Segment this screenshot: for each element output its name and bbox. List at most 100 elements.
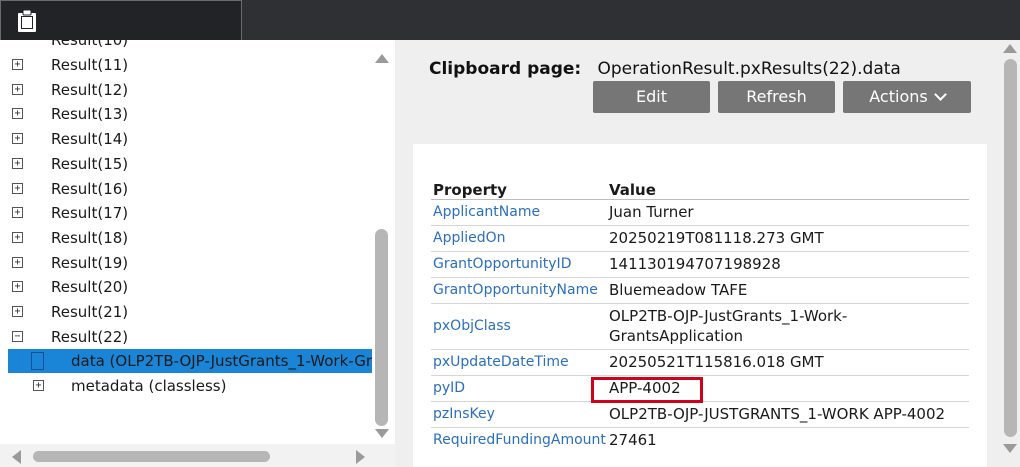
actions-label: Actions: [869, 87, 928, 106]
tree-vertical-scrollbar[interactable]: [372, 48, 392, 444]
scroll-down-arrow-icon[interactable]: [375, 429, 389, 438]
table-row: pyID APP-4002: [431, 375, 969, 403]
table-row: GrantOpportunityName Bluemeadow TAFE: [431, 277, 969, 304]
table-row: RequiredFundingAmount 27461: [431, 427, 969, 453]
details-pane: Clipboard page: OperationResult.pxResult…: [395, 40, 1020, 467]
refresh-button[interactable]: Refresh: [718, 81, 835, 113]
edit-button[interactable]: Edit: [593, 81, 710, 113]
collapse-icon[interactable]: −: [12, 330, 23, 342]
property-value: Juan Turner: [607, 199, 969, 226]
expand-icon[interactable]: +: [12, 157, 23, 169]
table-row: ApplicantName Juan Turner: [431, 199, 969, 226]
tree-item-label: Result(13): [51, 105, 129, 124]
table-row: pxUpdateDateTime 20250521T115816.018 GMT: [431, 349, 969, 376]
table-header-row: Property Value: [431, 177, 969, 200]
tree-item-metadata[interactable]: + metadata (classless): [8, 374, 372, 398]
tree-item-result[interactable]: + Result(14): [8, 127, 372, 151]
tree-item-result[interactable]: + Result(12): [8, 78, 372, 102]
table-row: AppliedOn 20250219T081118.273 GMT: [431, 225, 969, 252]
table-row: GrantOpportunityID 141130194707198928: [431, 251, 969, 278]
property-table: Property Value ApplicantName Juan Turner…: [431, 177, 969, 453]
actions-button[interactable]: Actions: [843, 81, 971, 113]
tree-item-label: Result(16): [51, 179, 129, 198]
tree-item-result[interactable]: + Result(16): [8, 177, 372, 201]
tree-item-result[interactable]: + Result(19): [8, 251, 372, 275]
expand-icon[interactable]: +: [12, 59, 23, 70]
clipboard-tree: Result(10) + Result(11) + Result(12) + Result…: [0, 40, 372, 444]
property-link[interactable]: pxUpdateDateTime: [431, 349, 607, 376]
chevron-down-icon: [933, 88, 947, 101]
expand-icon[interactable]: +: [33, 380, 44, 391]
property-value: 20250219T081118.273 GMT: [607, 225, 969, 252]
top-bar: [0, 0, 1020, 40]
tree-item-label: Result(11): [51, 56, 129, 74]
expand-icon[interactable]: +: [12, 256, 23, 268]
property-link[interactable]: RequiredFundingAmount: [431, 427, 607, 453]
property-link[interactable]: GrantOpportunityName: [431, 277, 607, 304]
table-row: pxObjClass OLP2TB-OJP-JustGrants_1-Work-…: [431, 303, 969, 350]
tree-item-label: Result(20): [51, 278, 129, 297]
property-value: 27461: [609, 431, 657, 450]
tree-item-label: metadata (classless): [71, 377, 227, 395]
scroll-thumb[interactable]: [33, 451, 270, 462]
page-name: OperationResult.pxResults(22).data: [597, 59, 901, 79]
tree-item-label: Result(19): [51, 253, 129, 272]
scroll-left-arrow-icon[interactable]: [12, 450, 21, 464]
property-link[interactable]: pzInsKey: [431, 401, 607, 428]
tree-item-label: Result(18): [51, 228, 129, 247]
expand-icon[interactable]: +: [12, 133, 23, 145]
scroll-thumb[interactable]: [1004, 59, 1017, 437]
tree-item-result[interactable]: − Result(22): [8, 325, 372, 349]
tree-item-result[interactable]: + Result(17): [8, 201, 372, 225]
property-header: Property: [431, 177, 607, 200]
property-value: 20250521T115816.018 GMT: [607, 349, 969, 376]
tree-horizontal-scrollbar[interactable]: [0, 444, 395, 467]
expand-icon[interactable]: +: [12, 306, 23, 317]
scroll-up-arrow-icon[interactable]: [375, 54, 389, 63]
expand-icon[interactable]: +: [12, 281, 23, 293]
tree-item-result[interactable]: + Result(21): [8, 300, 372, 324]
tree-item-label: Result(21): [51, 303, 129, 321]
tree-item-label: data (OLP2TB-OJP-JustGrants_1-Work-Grant…: [71, 352, 372, 370]
scroll-up-arrow-icon[interactable]: [1003, 44, 1017, 53]
property-link[interactable]: AppliedOn: [431, 225, 607, 252]
clipboard-icon: [18, 10, 36, 32]
tree-item-label: Result(15): [51, 154, 129, 173]
tree-item-label: Result(14): [51, 130, 129, 149]
property-value-highlighted: APP-4002: [591, 375, 969, 403]
tree-item-label: Result(22): [51, 327, 129, 346]
details-vertical-scrollbar[interactable]: [1000, 40, 1020, 467]
property-card: Property Value ApplicantName Juan Turner…: [413, 144, 987, 467]
property-link[interactable]: GrantOpportunityID: [431, 251, 607, 278]
selection-box: [31, 352, 44, 370]
property-value: 141130194707198928: [607, 251, 969, 278]
tree-item-result[interactable]: + Result(11): [8, 53, 372, 77]
expand-icon[interactable]: +: [12, 83, 23, 95]
expand-icon[interactable]: +: [12, 231, 23, 243]
value-header: Value: [607, 177, 969, 200]
table-row: pzInsKey OLP2TB-OJP-JUSTGRANTS_1-WORK AP…: [431, 401, 969, 428]
expand-icon[interactable]: +: [12, 207, 23, 219]
property-link[interactable]: pyID: [431, 375, 607, 402]
property-value: OLP2TB-OJP-JUSTGRANTS_1-WORK APP-4002: [607, 401, 969, 428]
tree-item-result[interactable]: + Result(20): [8, 275, 372, 299]
expand-icon[interactable]: +: [12, 182, 23, 194]
property-link[interactable]: pxObjClass: [431, 303, 607, 350]
tree-item-result[interactable]: + Result(18): [8, 226, 372, 250]
scroll-thumb[interactable]: [375, 229, 388, 426]
tree-item-label: Result(17): [51, 204, 129, 223]
scroll-down-arrow-icon[interactable]: [1003, 444, 1017, 453]
tree-item-label: Result(12): [51, 80, 129, 99]
tree-pane: Result(10) + Result(11) + Result(12) + Result…: [0, 40, 395, 467]
tree-item-result[interactable]: + Result(15): [8, 152, 372, 176]
page-title: Clipboard page: OperationResult.pxResult…: [429, 59, 901, 79]
tree-item-result[interactable]: + Result(13): [8, 102, 372, 126]
property-link[interactable]: ApplicantName: [431, 199, 607, 226]
scroll-right-arrow-icon[interactable]: [356, 450, 365, 464]
expand-icon[interactable]: +: [12, 108, 23, 120]
tree-item-data-selected[interactable]: data (OLP2TB-OJP-JustGrants_1-Work-Grant…: [8, 349, 372, 373]
pyid-value: APP-4002: [609, 379, 681, 397]
clipboard-tab[interactable]: [0, 0, 242, 40]
tree-item-partial[interactable]: Result(10): [8, 40, 372, 52]
property-value: Bluemeadow TAFE: [607, 277, 969, 304]
